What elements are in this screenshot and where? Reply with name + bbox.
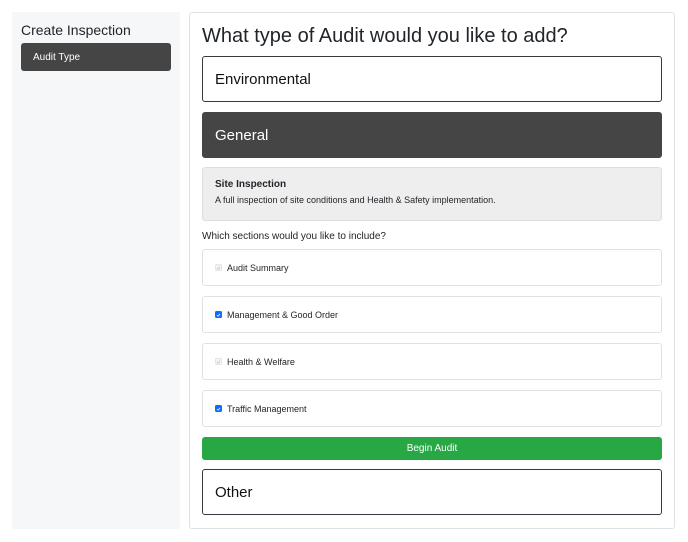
section-label: Management & Good Order: [227, 309, 339, 320]
sections-label: Which sections would you like to include…: [202, 231, 386, 242]
audit-type-label: General: [215, 126, 269, 144]
audit-type-label: Other: [215, 483, 253, 501]
sidebar-title: Create Inspection: [21, 22, 131, 38]
audit-type-label: Environmental: [215, 70, 311, 88]
template-title: Site Inspection: [215, 179, 287, 190]
audit-type-other[interactable]: Other: [202, 469, 662, 515]
checkbox-management-good-order[interactable]: [215, 311, 222, 318]
section-label: Audit Summary: [227, 262, 289, 273]
checkbox-audit-summary: [215, 264, 222, 271]
begin-audit-button[interactable]: Begin Audit: [202, 437, 662, 460]
sidebar-item-audit-type[interactable]: Audit Type: [21, 43, 171, 71]
template-site-inspection[interactable]: Site Inspection A full inspection of sit…: [202, 167, 662, 221]
template-description: A full inspection of site conditions and…: [215, 195, 496, 205]
section-row-health-welfare: Health & Welfare: [202, 343, 662, 380]
sidebar: Create Inspection Audit Type: [12, 12, 180, 529]
check-icon: [216, 360, 221, 364]
section-label: Health & Welfare: [227, 356, 295, 367]
section-row-traffic-management: Traffic Management: [202, 390, 662, 427]
checkbox-traffic-management[interactable]: [215, 405, 222, 412]
section-label: Traffic Management: [227, 403, 307, 414]
main-panel: What type of Audit would you like to add…: [189, 12, 675, 529]
audit-type-environmental[interactable]: Environmental: [202, 56, 662, 102]
check-icon: [216, 313, 221, 317]
page-title: What type of Audit would you like to add…: [202, 25, 568, 47]
sidebar-item-label: Audit Type: [33, 51, 81, 63]
section-row-management-good-order: Management & Good Order: [202, 296, 662, 333]
check-icon: [216, 266, 221, 270]
audit-type-general[interactable]: General: [202, 112, 662, 158]
checkbox-health-welfare: [215, 358, 222, 365]
section-row-audit-summary: Audit Summary: [202, 249, 662, 286]
check-icon: [216, 407, 221, 411]
